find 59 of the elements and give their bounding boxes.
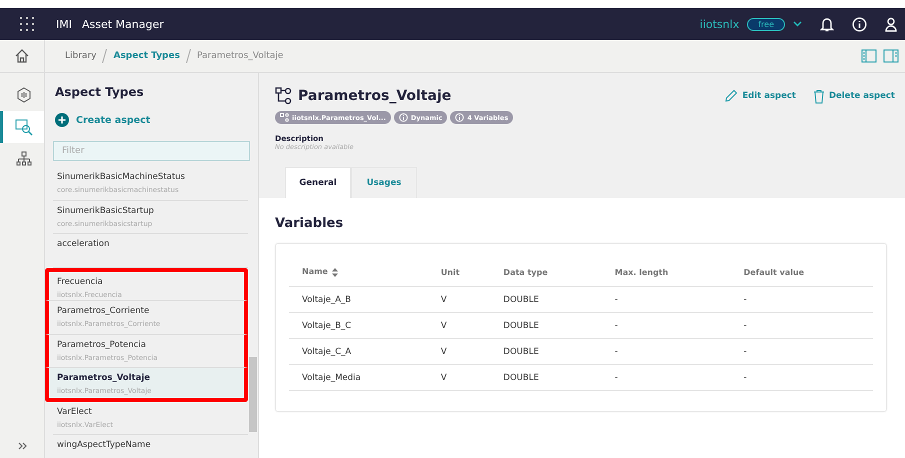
table-cell: Voltaje_C_A	[289, 338, 428, 364]
column-header: Max. length	[602, 258, 731, 286]
table-cell: -	[730, 338, 873, 364]
create-aspect-button[interactable]: Create aspect	[45, 99, 160, 127]
tenant-name[interactable]: iiotsnlx	[700, 18, 740, 30]
table-cell: DOUBLE	[490, 286, 602, 312]
expand-icon[interactable]	[18, 442, 26, 450]
filter-field[interactable]: Filter	[53, 141, 250, 161]
table-cell: DOUBLE	[490, 338, 602, 364]
breadcrumb-link[interactable]: Library	[65, 51, 96, 61]
trash-icon[interactable]	[812, 88, 825, 104]
table-cell: V	[428, 364, 490, 390]
aspect-type-item[interactable]: acceleration	[53, 234, 248, 268]
edit-aspect-button[interactable]: Edit aspect	[724, 89, 796, 103]
table-cell: DOUBLE	[490, 364, 602, 390]
table-cell: -	[602, 338, 731, 364]
table-cell: -	[730, 312, 873, 338]
tab[interactable]: General	[285, 167, 351, 198]
info-icon[interactable]	[852, 16, 867, 32]
table-cell: Voltaje_A_B	[289, 286, 428, 312]
user-icon[interactable]	[885, 16, 897, 32]
table-cell: -	[602, 364, 731, 390]
table-cell: -	[602, 312, 731, 338]
breadcrumb-separator-icon	[102, 49, 108, 63]
brand-name: IMI	[56, 18, 72, 30]
panel-right-icon[interactable]	[883, 49, 899, 63]
plus-circle-icon[interactable]	[55, 113, 69, 127]
app-name: Asset Manager	[82, 18, 164, 30]
breadcrumb-separator-icon	[186, 49, 191, 63]
column-header: Default value	[730, 258, 873, 286]
table-cell: -	[730, 286, 873, 312]
bell-icon[interactable]	[820, 16, 834, 32]
sort-icon[interactable]	[332, 268, 338, 277]
plan-badge: free	[747, 18, 785, 30]
column-header: Data type	[490, 258, 602, 286]
app-grid-icon[interactable]	[20, 17, 34, 31]
column-header: Unit	[428, 258, 490, 286]
home-icon[interactable]	[14, 48, 30, 64]
table-cell: DOUBLE	[490, 312, 602, 338]
aspect-title: Parametros_Voltaje	[298, 88, 452, 104]
table-cell: V	[428, 286, 490, 312]
sidebar-title: Aspect Types	[54, 84, 145, 99]
chevron-down-icon[interactable]	[793, 21, 802, 27]
table-cell: -	[730, 364, 873, 390]
table-cell: V	[428, 312, 490, 338]
asset-search-icon[interactable]	[0, 111, 44, 143]
table-cell: -	[602, 286, 731, 312]
table-cell: Voltaje_Media	[289, 364, 428, 390]
delete-aspect-button[interactable]: Delete aspect	[812, 88, 895, 104]
table-cell: V	[428, 338, 490, 364]
table-cell: Voltaje_B_C	[289, 312, 428, 338]
aspect-type-item[interactable]: wingAspectTypeName	[53, 435, 248, 458]
panel-left-icon[interactable]	[861, 49, 877, 63]
pencil-icon[interactable]	[724, 89, 738, 103]
column-header[interactable]: Name	[289, 258, 428, 286]
breadcrumb-link[interactable]: Aspect Types	[113, 51, 180, 61]
section-title: Variables	[275, 216, 344, 231]
tab[interactable]: Usages	[351, 167, 417, 198]
aspect-type-icon	[275, 87, 293, 105]
